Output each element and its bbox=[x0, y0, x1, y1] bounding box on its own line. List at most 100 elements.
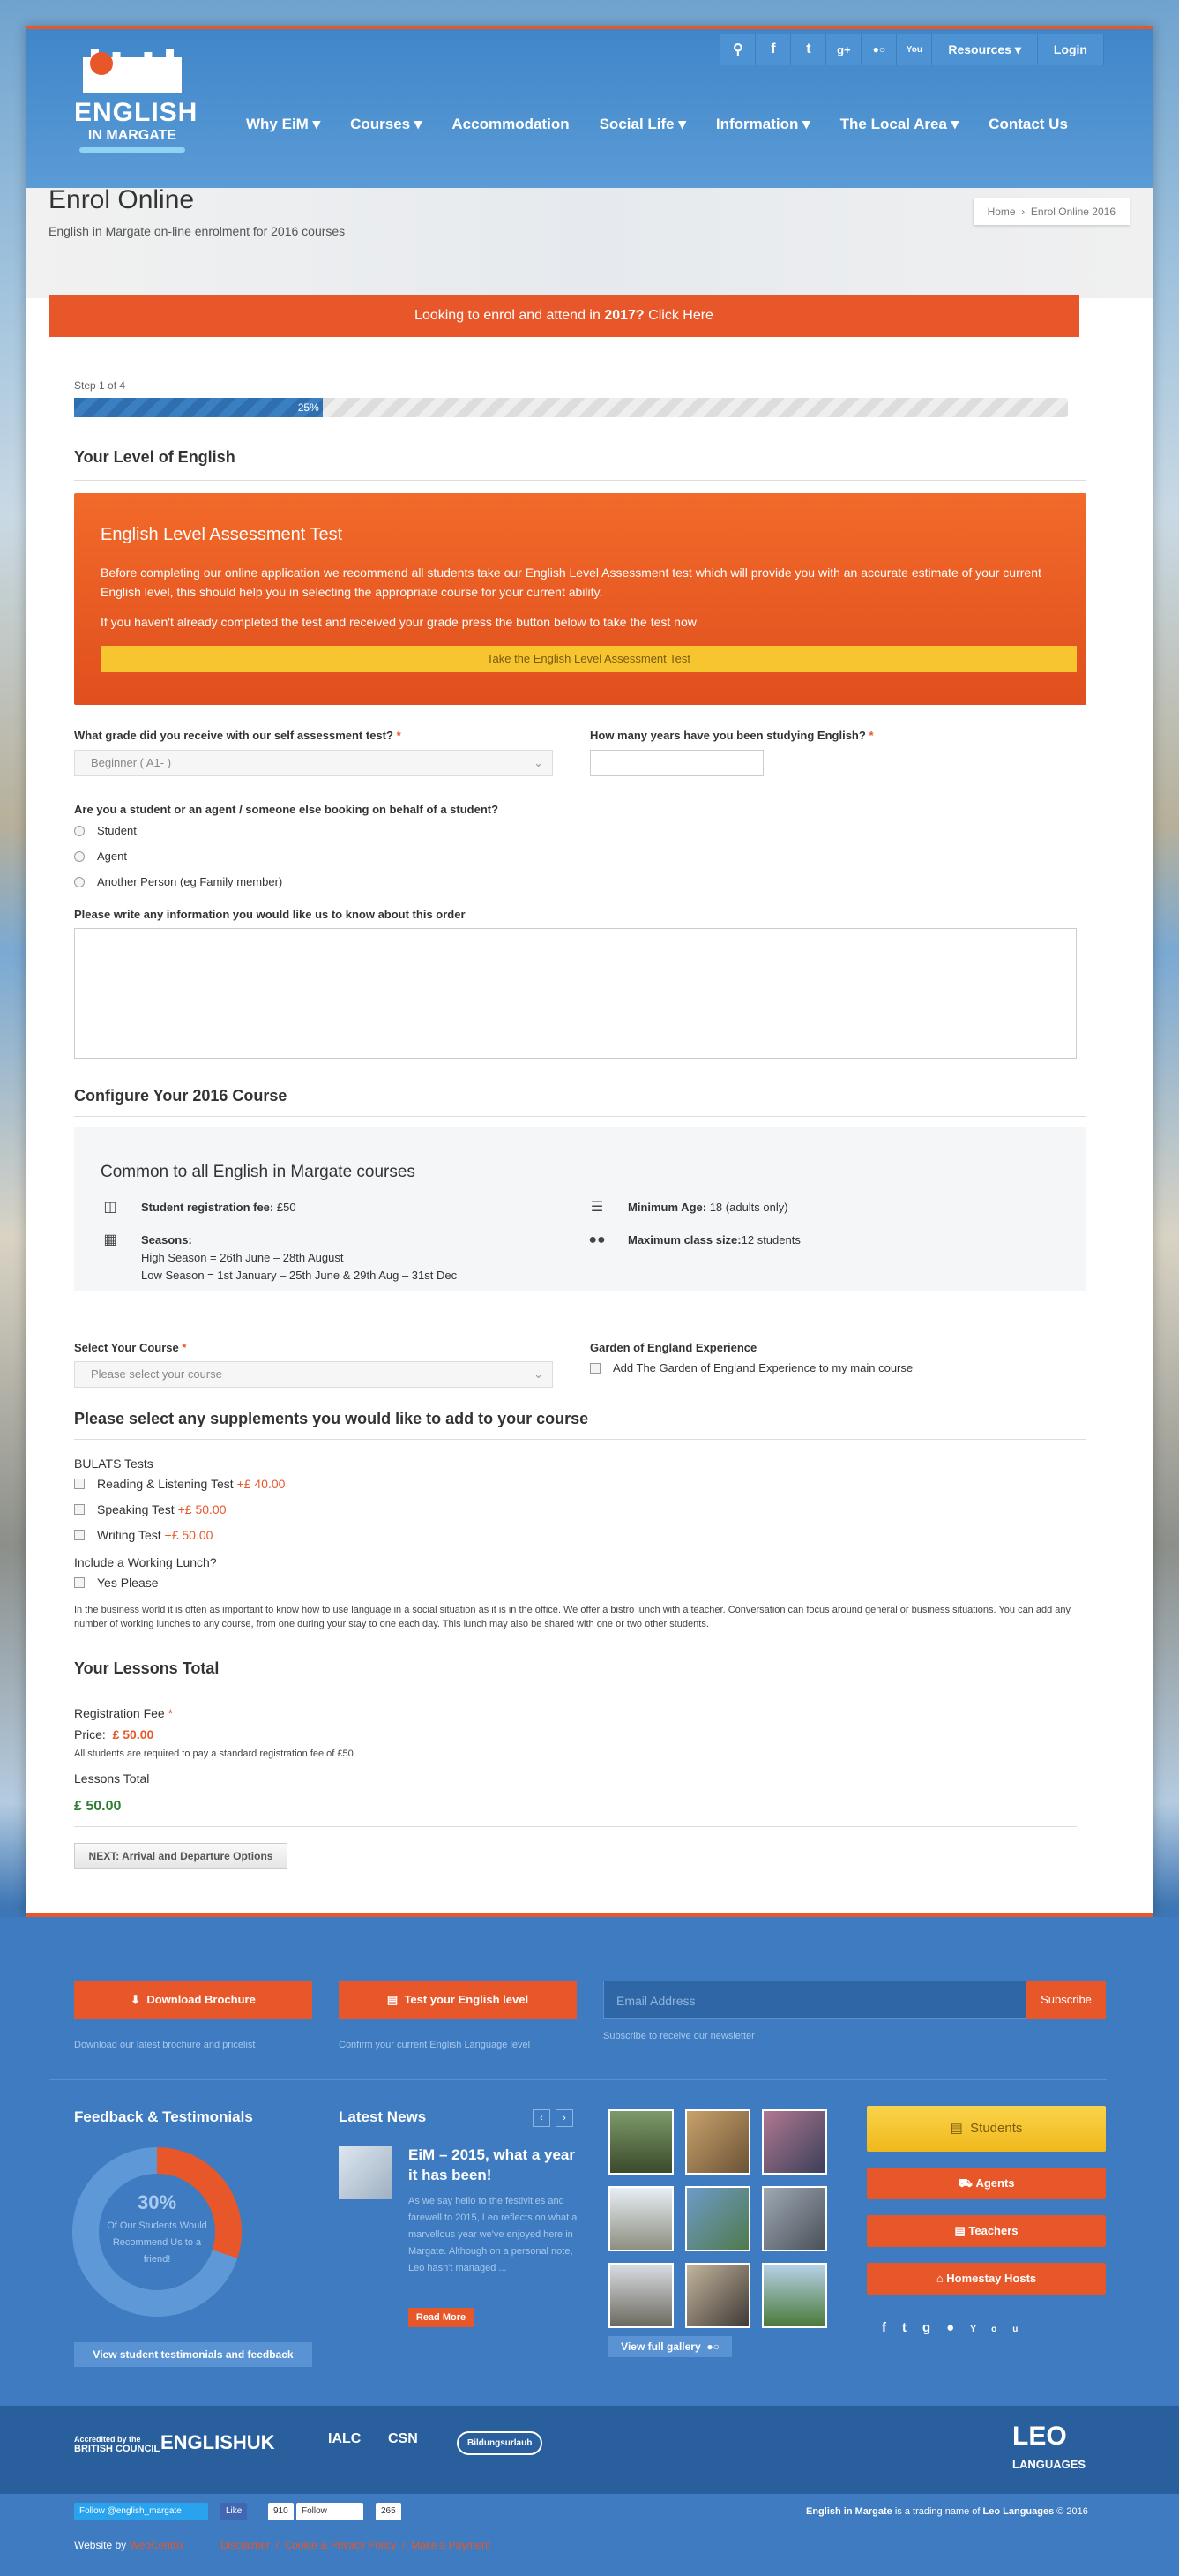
login-link[interactable]: Login bbox=[1038, 34, 1104, 65]
nav-local-area[interactable]: The Local Area ▾ bbox=[840, 116, 959, 133]
twitter-icon[interactable]: t bbox=[902, 2320, 922, 2335]
webcentrix-link[interactable]: WebCentrix bbox=[129, 2539, 183, 2551]
news-prev-arrow-icon[interactable]: ‹ bbox=[533, 2109, 550, 2127]
search-icon[interactable]: ⚲ bbox=[720, 34, 757, 65]
speaking-checkbox[interactable]: Speaking Test +£ 50.00 bbox=[74, 1502, 226, 1516]
supplements-heading: Please select any supplements you would … bbox=[74, 1410, 589, 1427]
course-select[interactable]: Please select your course ⌄ bbox=[74, 1361, 553, 1388]
breadcrumb: Home › Enrol Online 2016 bbox=[973, 198, 1130, 225]
disclaimer-link[interactable]: Disclaimer bbox=[220, 2539, 270, 2551]
resources-menu[interactable]: Resources ▾ bbox=[932, 34, 1038, 65]
gplus-follow-button[interactable]: Follow bbox=[296, 2503, 363, 2520]
grade-select[interactable]: Beginner ( A1- ) ⌄ bbox=[74, 750, 553, 776]
wave-logo-icon bbox=[79, 147, 185, 153]
englishuk-logo: ENGLISHUK bbox=[160, 2431, 275, 2453]
bildungsurlaub-logo: Bildungsurlaub bbox=[457, 2431, 543, 2455]
footer-social-icons: ftg●You bbox=[882, 2320, 1033, 2335]
gallery-thumb[interactable] bbox=[762, 2263, 827, 2328]
radio-agent[interactable]: Agent bbox=[74, 850, 127, 863]
flickr-icon[interactable]: ●○ bbox=[862, 34, 898, 65]
googleplus-icon[interactable]: g bbox=[922, 2320, 946, 2335]
home-icon: ⌂ bbox=[936, 2272, 944, 2285]
gallery-thumb[interactable] bbox=[608, 2186, 674, 2251]
lunch-checkbox[interactable]: Yes Please bbox=[74, 1576, 159, 1590]
divider bbox=[74, 1826, 1077, 1827]
sun-logo-icon bbox=[90, 52, 113, 75]
take-test-button[interactable]: Take the English Level Assessment Test bbox=[101, 646, 1077, 672]
flickr-icon[interactable]: ● bbox=[946, 2320, 970, 2335]
newsletter-email-input[interactable]: Email Address bbox=[603, 1981, 1026, 2019]
configure-heading: Configure Your 2016 Course bbox=[74, 1087, 287, 1105]
site-logo[interactable]: ENGLISH IN MARGATE bbox=[74, 49, 197, 154]
nav-accommodation[interactable]: Accommodation bbox=[451, 116, 569, 133]
privacy-link[interactable]: Cookie & Privacy Policy bbox=[285, 2539, 397, 2551]
students-button[interactable]: ▤ Students bbox=[867, 2106, 1106, 2152]
youtube-icon[interactable]: You bbox=[897, 34, 933, 65]
radio-student[interactable]: Student bbox=[74, 824, 137, 837]
news-headline[interactable]: EiM – 2015, what a year it has been! bbox=[408, 2145, 580, 2185]
price-row: Price: £ 50.00 bbox=[74, 1727, 154, 1741]
googleplus-icon[interactable]: g+ bbox=[826, 34, 862, 65]
garden-checkbox[interactable]: Add The Garden of England Experience to … bbox=[590, 1361, 913, 1374]
gallery-thumb[interactable] bbox=[608, 2263, 674, 2328]
nav-why-eim[interactable]: Why EiM ▾ bbox=[246, 116, 320, 133]
list-numbered-icon: ☰ bbox=[590, 1200, 604, 1215]
class-size-item: ●● Maximum class size:12 students bbox=[588, 1232, 801, 1247]
read-more-button[interactable]: Read More bbox=[408, 2308, 474, 2327]
gallery-thumb[interactable] bbox=[762, 2109, 827, 2175]
news-thumbnail[interactable] bbox=[339, 2146, 392, 2199]
total-heading: Your Lessons Total bbox=[74, 1659, 220, 1677]
nav-information[interactable]: Information ▾ bbox=[716, 116, 810, 133]
nav-contact[interactable]: Contact Us bbox=[989, 116, 1068, 133]
news-next-arrow-icon[interactable]: › bbox=[556, 2109, 573, 2127]
fee-note: All students are required to pay a stand… bbox=[74, 1749, 354, 1759]
twitter-icon[interactable]: t bbox=[791, 34, 827, 65]
writing-checkbox[interactable]: Writing Test +£ 50.00 bbox=[74, 1528, 213, 1542]
payment-link[interactable]: Make a Payment bbox=[411, 2539, 490, 2551]
gallery-thumb[interactable] bbox=[762, 2186, 827, 2251]
feedback-percent: 30% bbox=[137, 2191, 177, 2213]
next-button[interactable]: NEXT: Arrival and Departure Options bbox=[74, 1843, 287, 1869]
gallery-thumb[interactable] bbox=[685, 2186, 750, 2251]
money-icon: ◫ bbox=[103, 1200, 117, 1215]
test-level-button[interactable]: ▤ Test your English level bbox=[339, 1981, 577, 2019]
youtube-icon[interactable]: You bbox=[970, 2325, 1033, 2334]
ialc-logo: IALC bbox=[328, 2431, 362, 2446]
info-label: Please write any information you would l… bbox=[74, 908, 466, 921]
who-label: Are you a student or an agent / someone … bbox=[74, 803, 499, 816]
info-textarea[interactable] bbox=[74, 928, 1077, 1059]
download-brochure-button[interactable]: ⬇ Download Brochure bbox=[74, 1981, 312, 2019]
enrol-2017-banner[interactable]: Looking to enrol and attend in 2017? Cli… bbox=[49, 295, 1079, 337]
subscribe-button[interactable]: Subscribe bbox=[1026, 1981, 1106, 2019]
radio-another-person[interactable]: Another Person (eg Family member) bbox=[74, 875, 282, 888]
select-course-label: Select Your Course * bbox=[74, 1341, 187, 1354]
homestay-button[interactable]: ⌂ Homestay Hosts bbox=[867, 2263, 1106, 2295]
top-bar: ⚲ f t g+ ●○ You Resources ▾ Login bbox=[720, 34, 1104, 65]
footer-links: Disclaimer / Cookie & Privacy Policy / M… bbox=[220, 2539, 491, 2551]
nav-courses[interactable]: Courses ▾ bbox=[350, 116, 422, 133]
assessment-title: English Level Assessment Test bbox=[101, 525, 343, 544]
leo-logo: LEO bbox=[1012, 2422, 1067, 2451]
testimonials-button[interactable]: View student testimonials and feedback bbox=[74, 2342, 312, 2367]
facebook-like-button[interactable]: Like bbox=[220, 2503, 248, 2520]
breadcrumb-home[interactable]: Home bbox=[988, 206, 1016, 218]
seasons-item: ▦ Seasons: High Season = 26th June – 28th … bbox=[103, 1232, 457, 1284]
facebook-icon[interactable]: f bbox=[756, 34, 792, 65]
nav-social-life[interactable]: Social Life ▾ bbox=[600, 116, 686, 133]
trading-name: English in Margate is a trading name of … bbox=[806, 2506, 1088, 2517]
teachers-button[interactable]: ▤ Teachers bbox=[867, 2215, 1106, 2247]
facebook-icon[interactable]: f bbox=[882, 2320, 902, 2335]
gallery-thumb[interactable] bbox=[608, 2109, 674, 2175]
news-title: Latest News bbox=[339, 2108, 427, 2125]
page-title: Enrol Online bbox=[49, 185, 195, 214]
view-gallery-button[interactable]: View full gallery ●○ bbox=[608, 2336, 732, 2357]
footer-divider bbox=[49, 2079, 1107, 2080]
years-input[interactable] bbox=[590, 750, 764, 776]
reading-listening-checkbox[interactable]: Reading & Listening Test +£ 40.00 bbox=[74, 1477, 285, 1491]
gallery-thumb[interactable] bbox=[685, 2263, 750, 2328]
gallery-thumb[interactable] bbox=[685, 2109, 750, 2175]
agents-button[interactable]: ⛟ Agents bbox=[867, 2168, 1106, 2199]
agents-icon: ⛟ bbox=[958, 2176, 973, 2190]
twitter-follow-button[interactable]: Follow @english_margate bbox=[74, 2503, 208, 2520]
lunch-label: Include a Working Lunch? bbox=[74, 1555, 217, 1569]
